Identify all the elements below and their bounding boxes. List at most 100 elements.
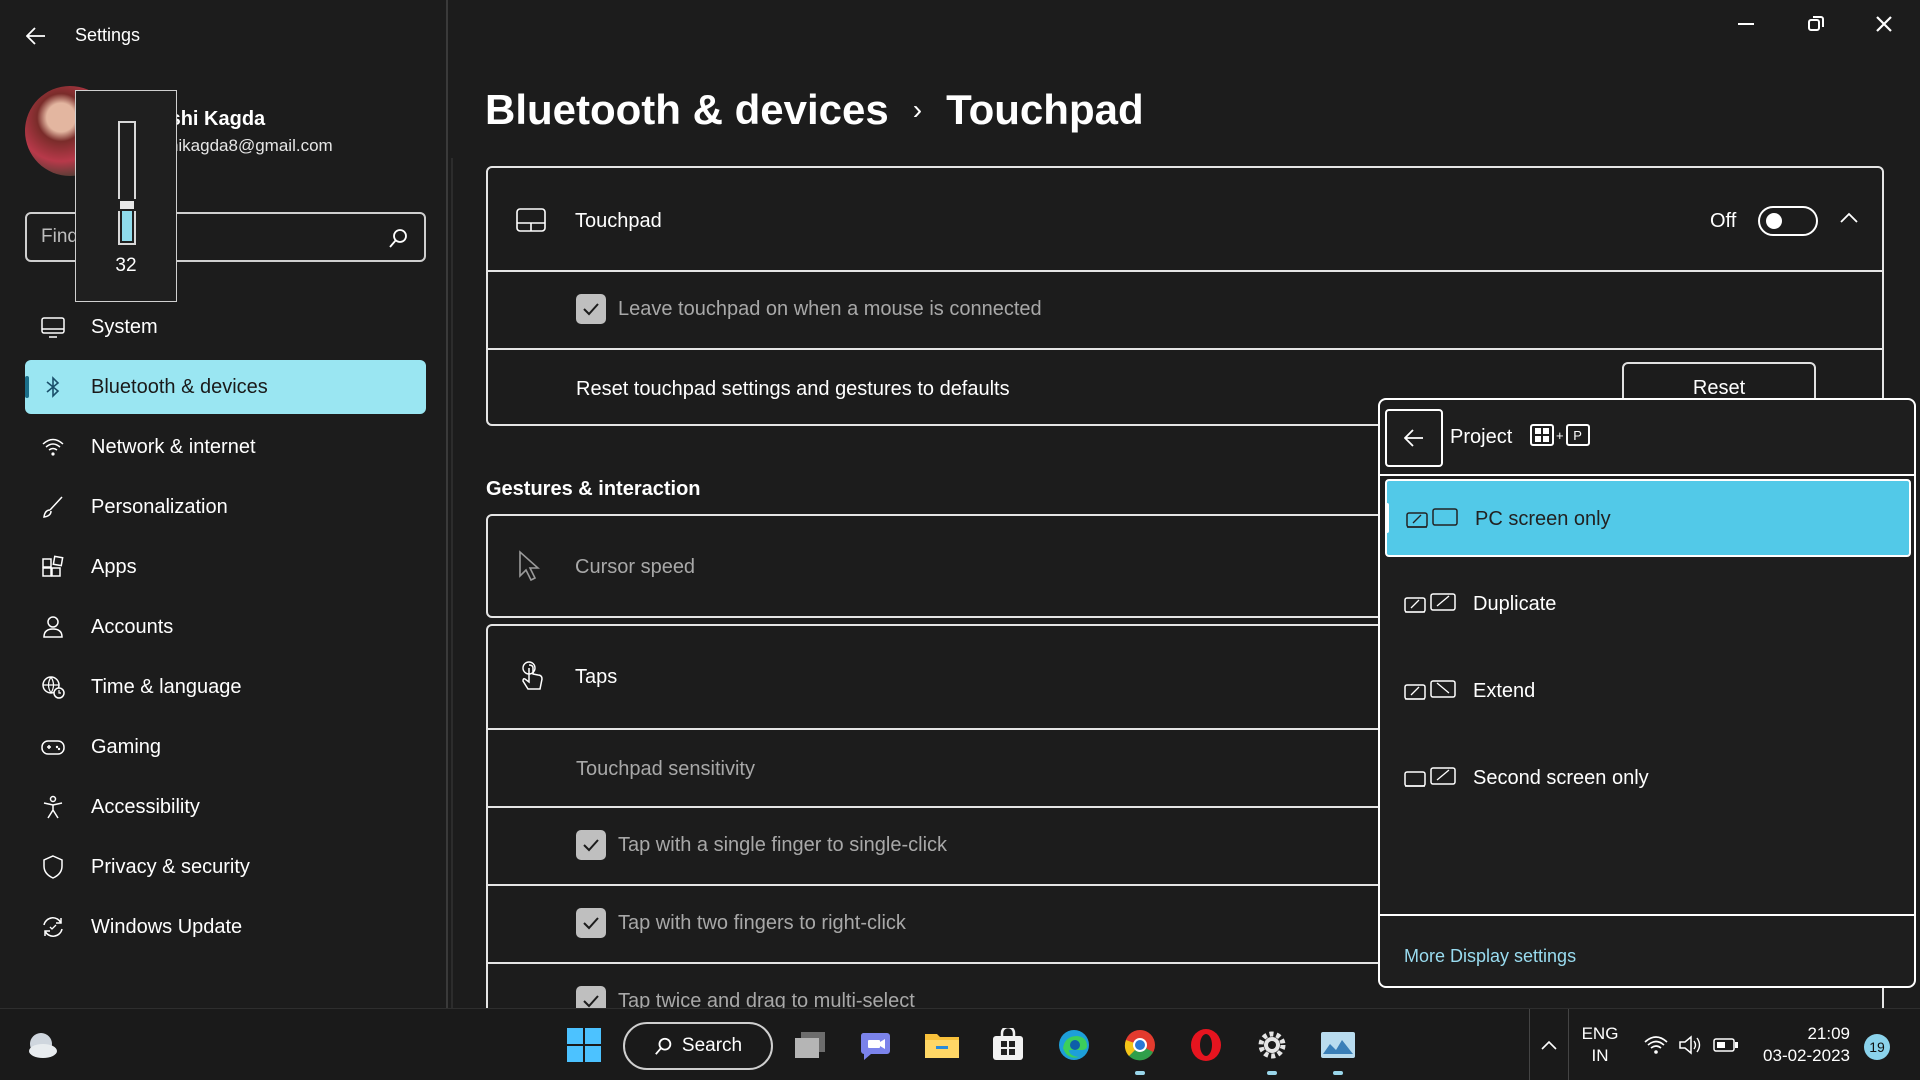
opera-browser-button[interactable] [1188,1027,1224,1063]
osd-thumb[interactable] [118,199,136,211]
shield-icon [43,855,63,879]
tap-single-finger-label: Tap with a single finger to single-click [618,834,948,856]
taskbar-search-label: Search [681,1035,743,1056]
settings-app-button[interactable] [1254,1027,1290,1063]
speaker-icon [1679,1035,1701,1055]
photos-running-indicator [1333,1071,1343,1075]
sidebar-scrollbar[interactable] [451,158,453,1008]
back-arrow-icon [26,27,45,45]
brush-icon [43,496,63,518]
chrome-browser-button[interactable] [1122,1027,1158,1063]
chevron-up-icon[interactable] [1840,212,1858,224]
touchpad-title: Touchpad [575,210,662,232]
microsoft-store-button[interactable] [990,1027,1026,1063]
back-button[interactable] [18,18,54,54]
weather-widget[interactable] [24,1027,60,1063]
search-icon [655,1037,672,1055]
chat-icon [860,1033,890,1060]
settings-running-indicator [1267,1071,1277,1075]
page-title: Touchpad [946,86,1144,133]
sidebar-divider [446,0,448,1008]
duplicate-icon [1404,593,1456,613]
store-icon [993,1028,1023,1060]
leave-touchpad-on-label: Leave touchpad on when a mouse is connec… [618,298,1042,320]
sidebar-item-system[interactable]: System [25,300,426,354]
plus-sign: + [1556,427,1564,443]
breadcrumb-separator: › [912,94,923,125]
level-osd: 32 [75,90,177,302]
gear-icon [1258,1031,1286,1059]
project-option-label: Duplicate [1473,593,1557,615]
chevron-up-icon [1541,1040,1557,1050]
sidebar-item-label: Gaming [91,736,162,758]
touchpad-toggle[interactable] [1758,206,1818,236]
minimize-button[interactable] [1718,6,1774,42]
project-option-second-screen-only[interactable]: Second screen only [1385,740,1911,818]
flyout-footer-divider [1380,914,1914,916]
chrome-running-indicator [1135,1071,1145,1075]
opera-icon [1191,1029,1221,1061]
title-bar: Settings [0,0,1920,72]
breadcrumb-parent[interactable]: Bluetooth & devices [485,86,889,134]
sidebar-item-gaming[interactable]: Gaming [25,720,426,774]
taskbar-search-button[interactable]: Search [623,1022,773,1070]
search-icon[interactable] [388,227,410,249]
project-flyout: Project + P PC screen only Duplicate Ext… [1378,398,1916,988]
input-language-indicator[interactable]: ENG IN [1578,1023,1622,1067]
osd-slider[interactable] [118,121,136,245]
sidebar-item-network[interactable]: Network & internet [25,420,426,474]
back-arrow-icon [1404,429,1423,447]
project-back-button[interactable] [1385,409,1443,467]
tap-single-finger-checkbox[interactable] [576,830,606,860]
sidebar-item-personalization[interactable]: Personalization [25,480,426,534]
sidebar-item-windows-update[interactable]: Windows Update [25,900,426,954]
project-option-extend[interactable]: Extend [1385,653,1911,731]
notification-badge[interactable]: 19 [1864,1034,1890,1060]
osd-value: 32 [115,255,137,276]
sidebar-item-apps[interactable]: Apps [25,540,426,594]
update-icon [43,917,63,937]
project-shortcut: + P [1530,424,1590,446]
checkmark-icon [583,303,599,316]
sidebar-item-accounts[interactable]: Accounts [25,600,426,654]
weather-cloud-icon [29,1033,57,1058]
checkmark-icon [583,917,599,930]
teams-chat-button[interactable] [858,1027,894,1063]
project-option-label: Second screen only [1473,767,1649,789]
sidebar-item-privacy-security[interactable]: Privacy & security [25,840,426,894]
project-title: Project [1450,426,1513,448]
project-option-pc-screen-only[interactable]: PC screen only [1385,479,1911,557]
language-code: ENG [1581,1024,1619,1043]
restore-button[interactable] [1788,6,1844,42]
photos-app-button[interactable] [1320,1027,1356,1063]
volume-status[interactable] [1672,1027,1708,1063]
battery-status[interactable] [1708,1027,1744,1063]
clock[interactable]: 21:09 03-02-2023 [1754,1023,1850,1067]
network-status[interactable] [1638,1027,1674,1063]
file-explorer-button[interactable] [924,1027,960,1063]
folder-icon [925,1034,959,1058]
cursor-speed-label: Cursor speed [575,556,696,578]
windows-key-icon [1530,424,1554,446]
edge-browser-button[interactable] [1056,1027,1092,1063]
gamepad-icon [41,740,65,755]
sidebar-item-time-language[interactable]: Time & language [25,660,426,714]
task-view-button[interactable] [792,1027,828,1063]
windows-logo-icon [567,1028,601,1062]
start-button[interactable] [566,1027,602,1063]
sidebar-item-accessibility[interactable]: Accessibility [25,780,426,834]
extend-icon [1404,680,1456,700]
project-option-duplicate[interactable]: Duplicate [1385,566,1911,644]
show-hidden-icons-button[interactable] [1529,1009,1569,1080]
more-display-settings-link[interactable]: More Display settings [1404,946,1576,967]
leave-touchpad-on-checkbox[interactable] [576,294,606,324]
tap-two-fingers-checkbox[interactable] [576,908,606,938]
tap-hand-icon [522,661,543,690]
clock-time: 21:09 [1807,1024,1850,1043]
tap-two-fingers-label: Tap with two fingers to right-click [618,912,906,934]
close-button[interactable] [1856,6,1912,42]
minimize-icon [1738,23,1754,25]
sidebar-item-bluetooth-devices[interactable]: Bluetooth & devices [25,360,426,414]
edge-icon [1059,1030,1089,1060]
sidebar-item-label: Bluetooth & devices [91,376,268,398]
